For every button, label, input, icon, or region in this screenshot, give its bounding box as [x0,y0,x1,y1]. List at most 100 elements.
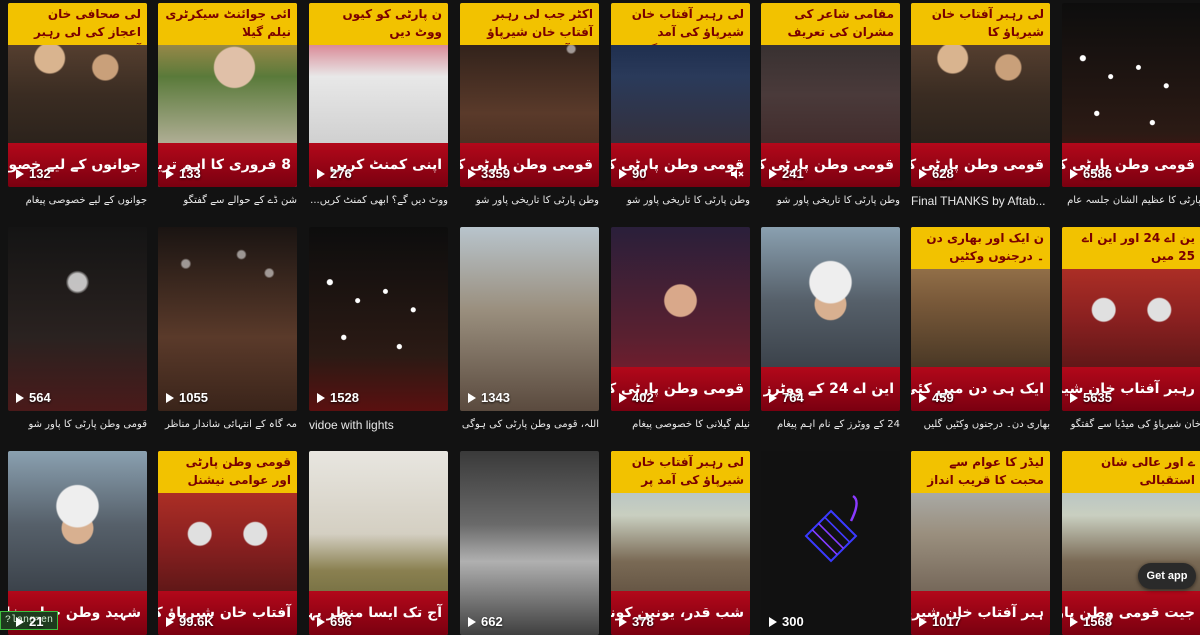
video-tile[interactable]: 1528 vidoe with lights [309,227,448,433]
video-thumbnail[interactable]: لی رہبر آفتاب خان شیرپاؤ کی آمد پر پرجوش… [611,451,750,635]
video-thumbnail[interactable]: لی رہبر آفتاب خان شیرپاؤ کی آمد استقبال … [611,3,750,187]
play-icon [1070,616,1078,627]
video-thumbnail[interactable]: آج تک ایسا منظر پہلے نہ دیکھا696 [309,451,448,635]
video-tile[interactable]: ائی جوائنٹ سیکرٹری نیلم گیلا کشن ڈے کے ح… [158,3,297,209]
view-count-value: 133 [179,166,201,181]
play-icon [769,168,777,179]
thumbnail-image [158,227,297,411]
video-thumbnail[interactable]: لی صحافی خان اعجاز کی لی رہبر آفتاب خان … [8,3,147,187]
play-icon [317,392,325,403]
video-tile[interactable]: 1343 اللہ، قومی وطن پارٹی کی ہوگی [460,227,599,433]
video-tile[interactable]: قومی وطن پارٹی کا 6586 پارٹی کا عظیم الشان… [1062,3,1200,209]
video-tile[interactable]: این اے 24 کے ووٹرز کے نام اہم پیغام764 24… [761,227,900,433]
thumbnail-headline: اکٹر جب لی رہبر آفتاب خان شیرپاؤ کی آمد … [460,3,599,45]
video-thumbnail[interactable]: لیڈر کا عوام سے محبت کا قریب انداز ہبر آف… [911,451,1050,635]
video-tile[interactable]: لیڈر کا عوام سے محبت کا قریب انداز ہبر آف… [911,451,1050,635]
view-count: 99.6K [166,614,214,629]
video-thumbnail[interactable]: لی رہبر آفتاب خان شیرپاؤ کا مشران، مشتین… [911,3,1050,187]
video-caption[interactable]: وطن پارٹی کا تاریخی پاور شو [460,193,599,209]
video-thumbnail[interactable]: 564 [8,227,147,411]
video-thumbnail[interactable]: شہید وطن حیات خان شیرپاؤ کی 49 برسی21 [8,451,147,635]
video-thumbnail[interactable]: ین اے 24 اور این اے 25 میں سیٹ ایڈ جسٹمن… [1062,227,1200,411]
play-icon [919,168,927,179]
video-thumbnail[interactable]: 300 [761,451,900,635]
view-count-value: 628 [932,166,954,181]
play-icon [317,168,325,179]
thumbnail-headline: لی رہبر آفتاب خان شیرپاؤ کا مشران، مشتین… [911,3,1050,45]
video-caption[interactable]: پارٹی کا عظیم الشان جلسہ عام [1062,193,1200,209]
view-count-value: 276 [330,166,352,181]
view-count: 241 [769,166,804,181]
video-caption[interactable]: نیلم گیلانی کا خصوصی پیغام [611,417,750,433]
view-count: 1055 [166,390,208,405]
video-tile[interactable]: اکٹر جب لی رہبر آفتاب خان شیرپاؤ کی آمد … [460,3,599,209]
video-tile[interactable]: لی رہبر آفتاب خان شیرپاؤ کی آمد استقبال … [611,3,750,209]
view-count-value: 241 [782,166,804,181]
view-count: 3359 [468,166,510,181]
view-count: 564 [16,390,51,405]
video-thumbnail[interactable]: ے اور عالی شان استقبالیجیت قومی وطن پارٹ… [1062,451,1200,635]
video-caption[interactable]: vidoe with lights [309,417,448,433]
thumbnail-headline: لی صحافی خان اعجاز کی لی رہبر آفتاب خان … [8,3,147,45]
video-thumbnail[interactable]: قومی وطن پارٹی اور عوامی نیشنل پارٹی میں… [158,451,297,635]
view-count-value: 459 [932,390,954,405]
video-tile[interactable]: 564 قومی وطن پارٹی کا پاور شو [8,227,147,433]
video-thumbnail[interactable]: ائی جوائنٹ سیکرٹری نیلم گیلا کشن ڈے کے ح… [158,3,297,187]
video-thumbnail[interactable]: 662 [460,451,599,635]
video-tile[interactable]: 662 [460,451,599,635]
play-icon [1070,392,1078,403]
video-tile[interactable]: قومی وطن پارٹی کا منشور، امن402 نیلم گیلا… [611,227,750,433]
video-caption[interactable]: خان شیرپاؤ کی میڈیا سے گفتگو [1062,417,1200,433]
video-tile[interactable]: لی رہبر آفتاب خان شیرپاؤ کا مشران، مشتین… [911,3,1050,209]
video-tile[interactable]: ن ایک اور بھاری دن ۔ درجنوں وکٹیں ایک ہی … [911,227,1050,433]
video-thumbnail[interactable]: 1343 [460,227,599,411]
video-thumbnail[interactable]: قومی وطن پارٹی کا منشور، امن402 [611,227,750,411]
video-caption[interactable]: Final THANKS by Aftab... [911,193,1050,209]
video-tile[interactable]: مقامی شاعر کی مشران کی تعریف شاعری نے سم… [761,3,900,209]
video-caption[interactable]: مہ گاہ کے انتہائی شاندار مناظر [158,417,297,433]
view-count-value: 378 [632,614,654,629]
video-caption[interactable]: اللہ، قومی وطن پارٹی کی ہوگی [460,417,599,433]
video-thumbnail[interactable]: اکٹر جب لی رہبر آفتاب خان شیرپاؤ کی آمد … [460,3,599,187]
view-count-value: 764 [782,390,804,405]
video-thumbnail[interactable]: این اے 24 کے ووٹرز کے نام اہم پیغام764 [761,227,900,411]
view-count: 628 [919,166,954,181]
play-icon [619,168,627,179]
view-count-value: 402 [632,390,654,405]
view-count-value: 3359 [481,166,510,181]
video-tile[interactable]: ن پارٹی کو کیوں ووٹ دیں اپنی کمنٹ کریں 276… [309,3,448,209]
video-caption[interactable]: جوانوں کے لیے خصوصی پیغام [8,193,147,209]
view-count-value: 662 [481,614,503,629]
thumbnail-headline: لیڈر کا عوام سے محبت کا قریب انداز [911,451,1050,493]
video-caption[interactable]: وطن پارٹی کا تاریخی پاور شو [611,193,750,209]
video-tile[interactable]: لی صحافی خان اعجاز کی لی رہبر آفتاب خان … [8,3,147,209]
play-icon [769,392,777,403]
video-caption[interactable]: بھاری دن۔ درجنوں وکٹیں گلیں [911,417,1050,433]
video-tile[interactable]: ین اے 24 اور این اے 25 میں سیٹ ایڈ جسٹمن… [1062,227,1200,433]
video-thumbnail[interactable]: ن پارٹی کو کیوں ووٹ دیں اپنی کمنٹ کریں 276 [309,3,448,187]
video-tile[interactable]: قومی وطن پارٹی اور عوامی نیشنل پارٹی میں… [158,451,297,635]
video-caption[interactable]: قومی وطن پارٹی کا پاور شو [8,417,147,433]
video-thumbnail[interactable]: قومی وطن پارٹی کا 6586 [1062,3,1200,187]
play-icon [619,616,627,627]
video-tile[interactable]: لی رہبر آفتاب خان شیرپاؤ کی آمد پر پرجوش… [611,451,750,635]
video-tile[interactable]: شہید وطن حیات خان شیرپاؤ کی 49 برسی21 [8,451,147,635]
video-tile[interactable]: 300 [761,451,900,635]
view-count: 402 [619,390,654,405]
video-tile[interactable]: ے اور عالی شان استقبالیجیت قومی وطن پارٹ… [1062,451,1200,635]
play-icon [468,392,476,403]
video-caption[interactable]: ووٹ دیں گے؟ ابھی کمنٹ کریں... [309,193,448,209]
video-tile[interactable]: 1055 مہ گاہ کے انتہائی شاندار مناظر [158,227,297,433]
video-thumbnail[interactable]: 1528 [309,227,448,411]
video-thumbnail[interactable]: مقامی شاعر کی مشران کی تعریف شاعری نے سم… [761,3,900,187]
video-tile[interactable]: آج تک ایسا منظر پہلے نہ دیکھا696 [309,451,448,635]
video-caption[interactable]: وطن پارٹی کا تاریخی پاور شو [761,193,900,209]
mute-icon[interactable] [730,167,744,181]
get-app-button[interactable]: Get app [1138,563,1196,589]
view-count: 378 [619,614,654,629]
video-caption[interactable]: شن ڈے کے حوالے سے گفتگو [158,193,297,209]
video-thumbnail[interactable]: 1055 [158,227,297,411]
video-thumbnail[interactable]: ن ایک اور بھاری دن ۔ درجنوں وکٹیں ایک ہی … [911,227,1050,411]
play-icon [919,392,927,403]
video-caption[interactable]: 24 کے ووٹرز کے نام اہم پیغام [761,417,900,433]
